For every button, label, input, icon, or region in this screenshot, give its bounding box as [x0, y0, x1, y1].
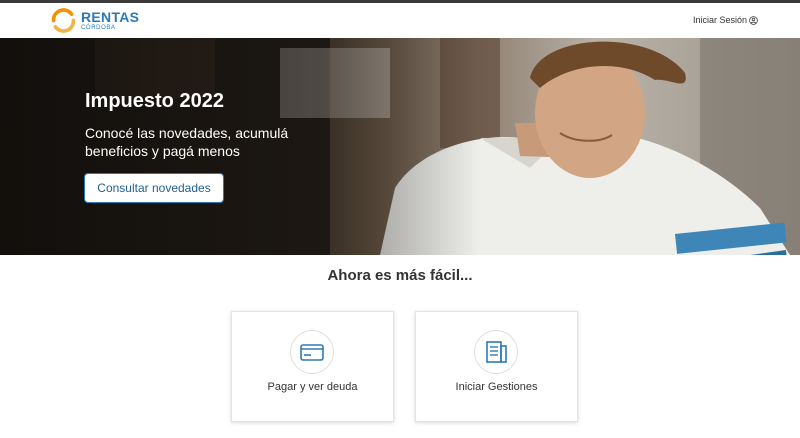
consult-news-button[interactable]: Consultar novedades — [84, 173, 224, 203]
start-procedures-card[interactable]: Iniciar Gestiones — [415, 311, 578, 422]
login-link[interactable]: Iniciar Sesión — [693, 15, 758, 25]
hero-title: Impuesto 2022 — [85, 90, 224, 112]
credit-card-icon — [300, 344, 324, 361]
card-icon-circle — [474, 330, 518, 374]
logo-name: RENTAS — [81, 9, 140, 25]
document-icon — [486, 341, 507, 363]
card-label: Iniciar Gestiones — [455, 381, 538, 393]
hero-subtitle: Conocé las novedades, acumulá beneficios… — [85, 125, 289, 159]
card-label: Pagar y ver deuda — [267, 381, 358, 393]
logo-icon — [51, 8, 76, 33]
logo-subtitle: CÓRDOBA — [81, 25, 116, 31]
logo-text: RENTAS CÓRDOBA — [81, 10, 139, 31]
pay-debt-card[interactable]: Pagar y ver deuda — [231, 311, 394, 422]
hero-banner: Impuesto 2022 Conocé las novedades, acum… — [0, 38, 800, 255]
rentas-logo[interactable]: RENTAS CÓRDOBA — [50, 7, 139, 34]
header: RENTAS CÓRDOBA Iniciar Sesión — [0, 3, 800, 39]
login-label: Iniciar Sesión — [692, 15, 747, 25]
section-title: Ahora es más fácil... — [327, 267, 473, 284]
card-icon-circle — [290, 330, 334, 374]
user-icon — [749, 15, 758, 25]
